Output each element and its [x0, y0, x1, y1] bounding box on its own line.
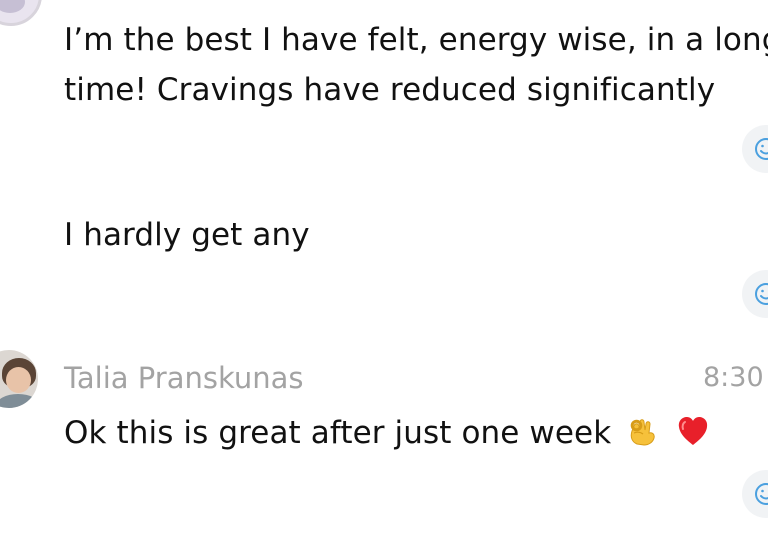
sender-name[interactable]: Talia Pranskunas [64, 358, 304, 398]
avatar[interactable] [0, 0, 42, 26]
red-heart-icon [675, 413, 711, 449]
message-text: I hardly get any [64, 210, 310, 260]
smile-icon [755, 283, 768, 305]
message-line: Ok this is great after just one week [64, 415, 612, 451]
avatar-shirt [0, 394, 38, 408]
message-timestamp: 8:30 [703, 362, 764, 393]
message-line: I’m the best I have felt, energy wise, i… [64, 22, 768, 58]
reaction-button[interactable] [742, 125, 768, 173]
chat-screen: I’m the best I have felt, energy wise, i… [0, 0, 768, 537]
message-text: I’m the best I have felt, energy wise, i… [64, 15, 768, 115]
avatar[interactable] [0, 350, 38, 408]
avatar-face [6, 367, 31, 393]
reaction-button[interactable] [742, 470, 768, 518]
message-text: Ok this is great after just one week [64, 408, 711, 458]
smile-icon [755, 483, 768, 505]
ok-hand-icon [625, 413, 661, 449]
message-line: time! Cravings have reduced significantl… [64, 72, 716, 108]
smile-icon [755, 138, 768, 160]
reaction-button[interactable] [742, 270, 768, 318]
message-line: I hardly get any [64, 217, 310, 253]
